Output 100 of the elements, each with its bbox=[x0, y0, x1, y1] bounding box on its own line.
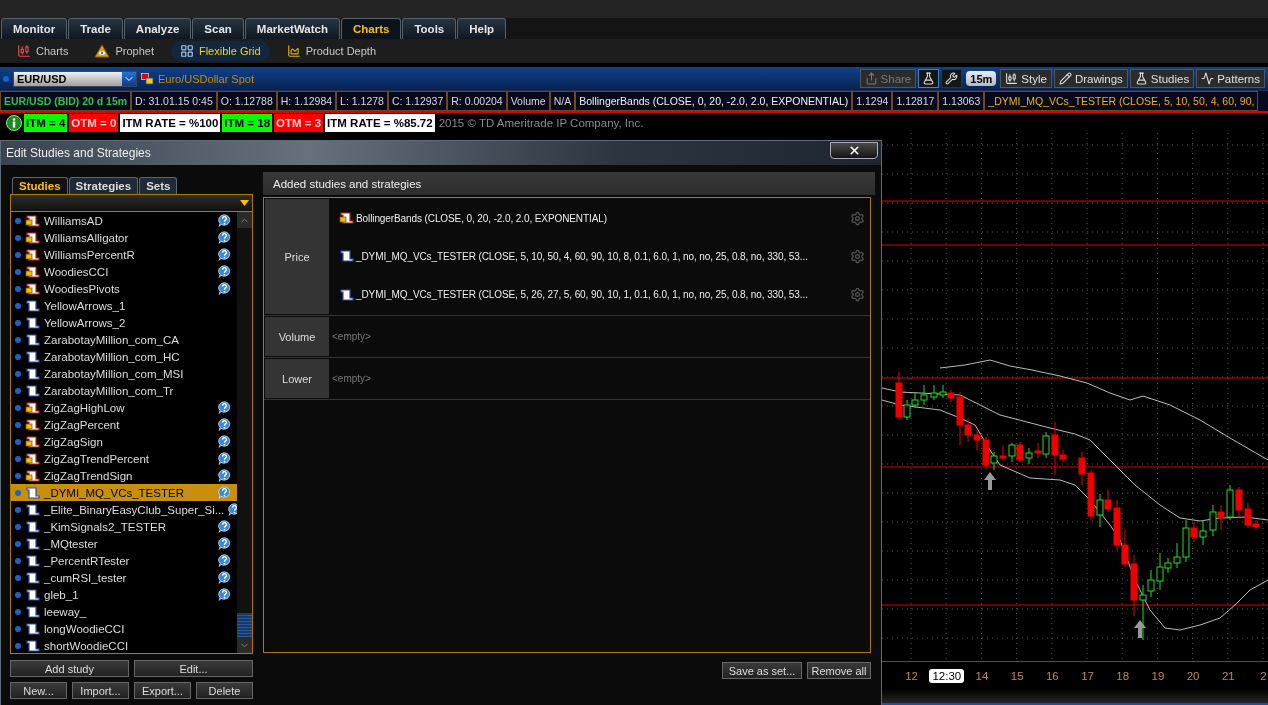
empty-label: <empty> bbox=[332, 373, 371, 384]
study-item[interactable]: WilliamsAlligator bbox=[11, 229, 237, 246]
flask-button[interactable] bbox=[918, 69, 940, 88]
quote-cell: _DYMI_MQ_VCs_TESTER (CLOSE, 5, 10, 50, 4, 60, 90, bbox=[984, 91, 1259, 111]
sub-tab[interactable]: Prophet bbox=[85, 41, 163, 61]
study-item[interactable]: WoodiesPivots bbox=[11, 280, 237, 297]
action-button[interactable]: Save as set... bbox=[722, 662, 802, 679]
added-study[interactable]: BollingerBands (CLOSE, 0, 20, -2.0, 2.0, EXPONENTIAL) bbox=[329, 210, 869, 226]
study-item[interactable]: ZarabotayMillion_com_CA bbox=[11, 331, 237, 348]
help-icon[interactable] bbox=[218, 248, 231, 261]
locked-script-icon bbox=[25, 231, 40, 244]
nav-tab[interactable]: Tools bbox=[402, 18, 457, 39]
help-icon[interactable] bbox=[218, 452, 231, 465]
script-icon bbox=[25, 486, 40, 499]
locked-script-icon bbox=[25, 469, 40, 482]
help-icon[interactable] bbox=[218, 520, 231, 533]
help-icon[interactable] bbox=[218, 401, 231, 414]
quote-cell: 1.12817 bbox=[892, 91, 939, 111]
study-item[interactable]: YellowArrows_2 bbox=[11, 314, 237, 331]
study-item[interactable]: WilliamsAD bbox=[11, 212, 237, 229]
sub-tab[interactable]: Product Depth bbox=[277, 41, 385, 61]
dialog-tab[interactable]: Studies bbox=[12, 177, 68, 194]
help-icon[interactable] bbox=[218, 214, 231, 227]
help-icon[interactable] bbox=[218, 571, 231, 584]
study-item[interactable]: ZigZagSign bbox=[11, 433, 237, 450]
script-icon bbox=[25, 571, 40, 584]
nav-tab[interactable]: Charts bbox=[340, 18, 402, 39]
help-icon[interactable] bbox=[218, 469, 231, 482]
settings-icon[interactable] bbox=[850, 287, 865, 303]
study-item[interactable]: longWoodieCCI bbox=[11, 620, 237, 637]
dialog-tab[interactable]: Strategies bbox=[68, 177, 139, 194]
dialog-button[interactable]: Edit... bbox=[134, 660, 253, 677]
help-icon[interactable] bbox=[218, 554, 231, 567]
toolbar-button[interactable]: Style bbox=[1000, 69, 1052, 88]
close-button[interactable] bbox=[830, 141, 878, 159]
toolbar-button[interactable]: Patterns bbox=[1196, 69, 1265, 88]
study-item[interactable]: YellowArrows_1 bbox=[11, 297, 237, 314]
nav-tab[interactable]: Analyze bbox=[123, 18, 192, 39]
interval-button[interactable]: 15m bbox=[966, 71, 997, 86]
help-icon[interactable] bbox=[218, 282, 231, 295]
settings-icon[interactable] bbox=[850, 249, 865, 264]
help-icon[interactable] bbox=[218, 418, 231, 431]
group-label: Lower bbox=[265, 359, 329, 398]
dialog-button[interactable]: Delete bbox=[196, 682, 253, 699]
study-item[interactable]: _MQtester bbox=[11, 535, 237, 552]
scrollbar-thumb[interactable] bbox=[237, 613, 252, 637]
nav-tab[interactable]: Scan bbox=[192, 18, 244, 39]
study-item[interactable]: shortWoodieCCI bbox=[11, 637, 237, 653]
study-item[interactable]: WoodiesCCI bbox=[11, 263, 237, 280]
help-icon[interactable] bbox=[218, 537, 231, 550]
sub-tab[interactable]: Charts bbox=[8, 41, 78, 61]
flask-icon bbox=[922, 72, 936, 85]
study-item[interactable]: _DYMI_MQ_VCs_TESTER bbox=[11, 484, 237, 501]
nav-tab[interactable]: Monitor bbox=[1, 18, 68, 39]
study-item[interactable]: ZarabotayMillion_com_Tr bbox=[11, 382, 237, 399]
toolbar-button[interactable]: Studies bbox=[1129, 69, 1195, 88]
flask-icon bbox=[1134, 72, 1148, 85]
symbol-field[interactable]: EUR/USD bbox=[13, 70, 137, 87]
dialog-button[interactable]: Add study bbox=[10, 660, 129, 677]
help-icon[interactable] bbox=[218, 265, 231, 278]
scrollbar[interactable] bbox=[237, 212, 252, 653]
filter-field[interactable] bbox=[10, 194, 253, 212]
study-item[interactable]: ZigZagTrendSign bbox=[11, 467, 237, 484]
time-label: 20 bbox=[1185, 668, 1201, 683]
quote-cell: BollingerBands (CLOSE, 0, 20, -2.0, 2.0, EXPONENTIAL) bbox=[575, 91, 853, 111]
study-item[interactable]: ZigZagTrendPercent bbox=[11, 450, 237, 467]
dialog-button[interactable]: Export... bbox=[134, 682, 191, 699]
study-item[interactable]: _KimSignals2_TESTER bbox=[11, 518, 237, 535]
nav-tab[interactable]: MarketWatch bbox=[244, 18, 340, 39]
script-icon bbox=[25, 520, 40, 533]
nav-tab[interactable]: Help bbox=[457, 18, 507, 39]
help-icon[interactable] bbox=[218, 588, 231, 601]
added-study[interactable]: _DYMI_MQ_VCs_TESTER (CLOSE, 5, 26, 27, 5, 60, 90, 10, 1, 0.1, 6.0, 1, no, no, 25, 0.8, no, 330, 53... bbox=[329, 287, 869, 303]
study-item[interactable]: leeway_ bbox=[11, 603, 237, 620]
toolbar-button[interactable]: Drawings bbox=[1053, 69, 1128, 88]
locked-script-icon bbox=[25, 265, 40, 278]
squares-icon bbox=[141, 72, 154, 85]
help-icon[interactable] bbox=[218, 435, 231, 448]
added-study[interactable]: _DYMI_MQ_VCs_TESTER (CLOSE, 5, 10, 50, 4, 60, 90, 10, 8, 0.1, 6.0, 1, no, no, 25, 0.8, no, 330, 53... bbox=[329, 249, 869, 264]
dialog-button[interactable]: Import... bbox=[72, 682, 129, 699]
nav-tab[interactable]: Trade bbox=[68, 18, 123, 39]
action-button[interactable]: Remove all bbox=[807, 662, 871, 679]
study-item[interactable]: _cumRSI_tester bbox=[11, 569, 237, 586]
study-item[interactable]: _Elite_BinaryEasyClub_Super_Si... bbox=[11, 501, 237, 518]
study-item[interactable]: ZigZagPercent bbox=[11, 416, 237, 433]
study-item[interactable]: ZigZagHighLow bbox=[11, 399, 237, 416]
dialog-button[interactable]: New... bbox=[10, 682, 67, 699]
study-item[interactable]: ZarabotayMillion_com_HC bbox=[11, 348, 237, 365]
settings-icon[interactable] bbox=[850, 210, 865, 226]
dialog-title: Edit Studies and Strategies bbox=[6, 146, 151, 160]
sub-tab[interactable]: Flexible Grid bbox=[170, 41, 270, 61]
study-item[interactable]: ZarabotayMillion_com_MSI bbox=[11, 365, 237, 382]
script-icon bbox=[339, 288, 354, 301]
locked-script-icon bbox=[25, 452, 40, 465]
settings-button[interactable] bbox=[941, 69, 963, 88]
study-item[interactable]: gleb_1 bbox=[11, 586, 237, 603]
study-item[interactable]: WilliamsPercentR bbox=[11, 246, 237, 263]
help-icon[interactable] bbox=[218, 231, 231, 244]
dialog-tab[interactable]: Sets bbox=[139, 177, 178, 194]
study-item[interactable]: _PercentRTester bbox=[11, 552, 237, 569]
